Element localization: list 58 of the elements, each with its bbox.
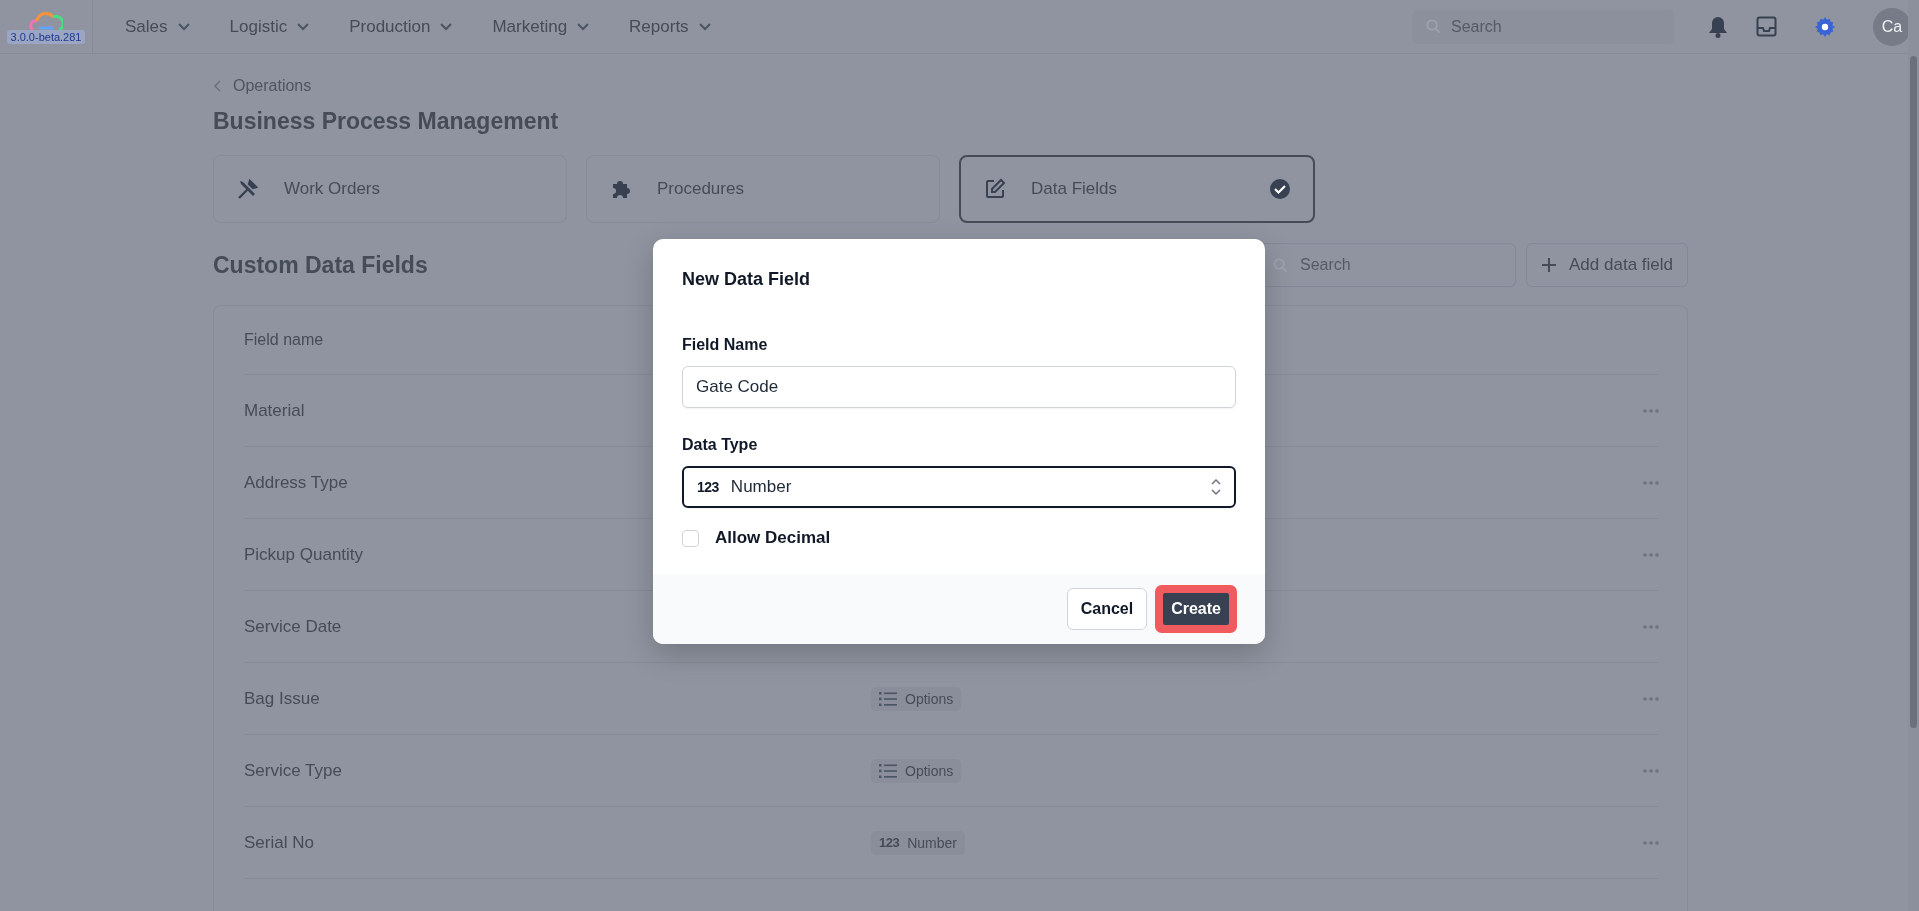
list-icon (879, 763, 897, 778)
check-circle-icon (1269, 178, 1291, 200)
updown-icon (1211, 478, 1221, 496)
bell-icon[interactable] (1708, 15, 1728, 38)
field-name: Service Date (244, 616, 342, 637)
field-name: Service Type (244, 760, 342, 781)
chevron-down-icon (577, 22, 590, 31)
scrollbar[interactable] (1908, 0, 1919, 911)
field-name: Serial No (244, 832, 314, 853)
category-tab[interactable]: Procedures (586, 155, 940, 223)
checkbox[interactable] (682, 529, 699, 547)
chevron-left-icon[interactable] (213, 80, 221, 92)
breadcrumb-link[interactable]: Operations (233, 77, 312, 95)
field-name: Pickup Quantity (244, 544, 364, 565)
chevron-down-icon (698, 22, 711, 31)
nav-menu[interactable]: Marketing (492, 16, 590, 37)
more-icon[interactable] (1643, 696, 1659, 701)
column-header: Field name (244, 331, 324, 349)
page-title: Business Process Management (213, 108, 560, 135)
category-tab[interactable]: Data Fields (959, 155, 1315, 223)
more-icon[interactable] (1643, 840, 1659, 845)
dialog-title: New Data Field (682, 269, 812, 290)
field-name-input[interactable]: Gate Code (682, 366, 1236, 408)
section-title: Custom Data Fields (213, 251, 428, 279)
cloud-logo-icon (29, 9, 63, 32)
type-badge: Options (871, 758, 962, 783)
field-name: Material (244, 400, 305, 421)
chevron-down-icon (440, 22, 453, 31)
edit-icon (983, 177, 1007, 201)
plus-icon (1541, 257, 1558, 273)
nav-menu[interactable]: Logistic (229, 16, 310, 37)
more-icon[interactable] (1643, 768, 1659, 773)
category-tab[interactable]: Work Orders (213, 155, 567, 223)
field-name: Bag Issue (244, 688, 320, 709)
tools-icon (236, 177, 260, 201)
nav-menu[interactable]: Reports (629, 16, 711, 37)
list-icon (879, 691, 897, 706)
data-type-select[interactable]: 123 Number (682, 466, 1236, 508)
more-icon[interactable] (1643, 624, 1659, 629)
checkbox-label: Allow Decimal (715, 528, 831, 548)
chevron-down-icon (297, 22, 310, 31)
type-badge: 123 Number (871, 830, 965, 855)
user-avatar[interactable]: Ca (1873, 7, 1911, 46)
field-name: Address Type (244, 472, 348, 493)
type-badge: Options (871, 686, 962, 711)
nav-menu[interactable]: Production (349, 16, 453, 37)
field-label: Field Name (682, 336, 769, 354)
more-icon[interactable] (1643, 408, 1659, 413)
chevron-down-icon (177, 22, 190, 31)
cancel-button[interactable]: Cancel (1066, 588, 1148, 630)
more-icon[interactable] (1643, 480, 1659, 485)
more-icon[interactable] (1643, 552, 1659, 557)
field-label: Data Type (682, 436, 759, 454)
inbox-icon[interactable] (1756, 16, 1777, 37)
settings-icon[interactable] (1814, 15, 1836, 38)
version-badge: 3.0.0-beta.281 (6, 29, 86, 44)
add-data-field-button[interactable]: Add data field (1526, 243, 1688, 287)
nav-menu[interactable]: Sales (125, 16, 190, 37)
